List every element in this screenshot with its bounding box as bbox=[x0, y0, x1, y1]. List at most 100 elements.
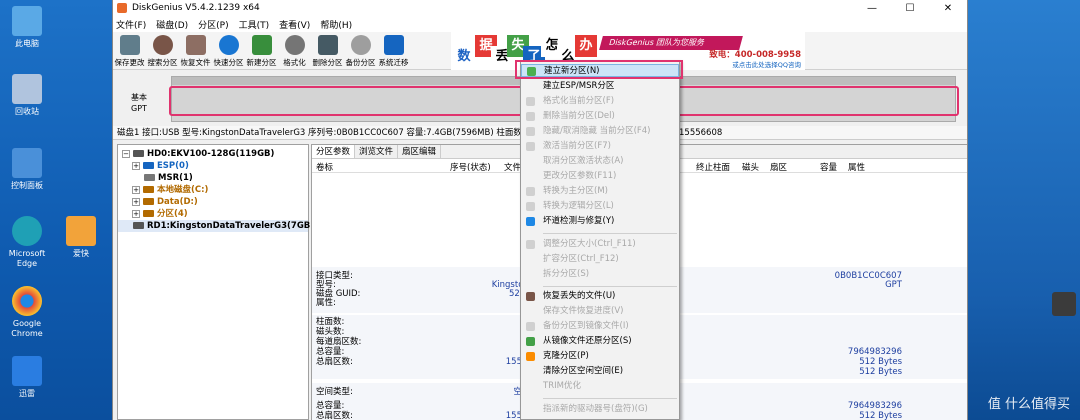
edge-icon[interactable]: Microsoft Edge bbox=[0, 216, 54, 269]
menu-item-to-primary[interactable]: 转换为主分区(M) bbox=[521, 185, 679, 198]
col-volume-label[interactable]: 卷标 bbox=[316, 161, 333, 173]
menu-item-esp-msr[interactable]: 建立ESP/MSR分区 bbox=[521, 80, 679, 93]
info-label: 每道扇区数: bbox=[316, 337, 362, 347]
col-head[interactable]: 磁头 bbox=[742, 161, 759, 173]
menu-item-resize[interactable]: 调整分区大小(Ctrl_F11) bbox=[521, 238, 679, 251]
menu-item-assign-letter[interactable]: 指派新的驱动器号(盘符)(G) bbox=[521, 403, 679, 416]
tab-partition-params[interactable]: 分区参数 bbox=[312, 145, 356, 158]
menu-bar: 文件(F) 磁盘(D) 分区(P) 工具(T) 查看(V) 帮助(H) bbox=[113, 16, 967, 32]
menu-item-backup-image[interactable]: 备份分区到镜像文件(I) bbox=[521, 320, 679, 333]
hide-icon bbox=[526, 127, 535, 136]
maximize-icon[interactable]: ☐ bbox=[891, 3, 929, 14]
col-filesystem[interactable]: 文件 bbox=[504, 161, 521, 173]
save-changes-button[interactable]: 保存更改 bbox=[113, 32, 146, 69]
new-partition-button[interactable]: 新建分区 bbox=[245, 32, 278, 69]
backup-partition-button[interactable]: 备份分区 bbox=[344, 32, 377, 69]
partition-context-menu: 建立新分区(N) 建立ESP/MSR分区 格式化当前分区(F) 删除当前分区(D… bbox=[520, 60, 680, 420]
menu-item-label: 调整分区大小(Ctrl_F11) bbox=[543, 239, 636, 249]
menu-item-to-logical[interactable]: 转换为逻辑分区(L) bbox=[521, 200, 679, 213]
expand-icon[interactable]: + bbox=[132, 209, 140, 218]
tree-node-partition4[interactable]: + 分区(4) bbox=[118, 208, 308, 220]
menu-item-bad-sector[interactable]: 坏道检测与修复(Y) bbox=[521, 215, 679, 228]
partition-icon bbox=[143, 198, 154, 205]
this-pc-icon[interactable]: 此电脑 bbox=[0, 6, 54, 49]
menu-item-deactivate[interactable]: 取消分区激活状态(A) bbox=[521, 155, 679, 168]
menu-item-extend[interactable]: 扩容分区(Ctrl_F12) bbox=[521, 253, 679, 266]
tool-label: 备份分区 bbox=[345, 58, 376, 67]
quick-partition-button[interactable]: 快速分区 bbox=[212, 32, 245, 69]
banner-qq-link[interactable]: 或点击此处选择QQ咨询 bbox=[732, 59, 801, 69]
banner-tile: 办 bbox=[575, 35, 597, 57]
tab-sector-edit[interactable]: 扇区编辑 bbox=[398, 145, 442, 158]
menu-item-label: 建立ESP/MSR分区 bbox=[543, 81, 615, 91]
menu-item-label: 保存文件恢复进度(V) bbox=[543, 306, 624, 316]
menu-item-clone[interactable]: 克隆分区(P) bbox=[521, 350, 679, 363]
tree-node-d[interactable]: + Data(D:) bbox=[118, 196, 308, 208]
tab-browse-files[interactable]: 浏览文件 bbox=[355, 145, 399, 158]
info-value: 空 bbox=[513, 387, 522, 397]
expand-icon[interactable]: + bbox=[132, 185, 140, 194]
menu-item-delete[interactable]: 删除当前分区(Del) bbox=[521, 110, 679, 123]
minimize-icon[interactable]: — bbox=[853, 3, 891, 14]
disk-info-text: 磁盘1 接口:USB 型号:KingstonDataTravelerG3 序列号… bbox=[117, 128, 531, 138]
menu-partition[interactable]: 分区(P) bbox=[198, 18, 228, 31]
chrome-icon[interactable]: Google Chrome bbox=[0, 286, 54, 339]
info-value: 512 Bytes bbox=[859, 367, 902, 377]
tree-node-c[interactable]: + 本地磁盘(C:) bbox=[118, 184, 308, 196]
new-partition-icon bbox=[251, 35, 272, 55]
tree-node-msr[interactable]: MSR(1) bbox=[118, 172, 308, 184]
delete-partition-button[interactable]: 删除分区 bbox=[311, 32, 344, 69]
tree-label: ESP(0) bbox=[157, 161, 189, 171]
col-sector[interactable]: 扇区 bbox=[770, 161, 787, 173]
tree-node-rd1[interactable]: RD1:KingstonDataTravelerG3(7GB) bbox=[118, 220, 314, 232]
menu-item-format[interactable]: 格式化当前分区(F) bbox=[521, 95, 679, 108]
app-icon bbox=[117, 3, 127, 13]
collapse-icon[interactable]: − bbox=[122, 149, 130, 158]
menu-item-restore-image[interactable]: 从镜像文件还原分区(S) bbox=[521, 335, 679, 348]
desk-glyph bbox=[12, 216, 42, 246]
menu-file[interactable]: 文件(F) bbox=[116, 18, 146, 31]
menu-item-label: 转换为逻辑分区(L) bbox=[543, 201, 614, 211]
menu-tools[interactable]: 工具(T) bbox=[239, 18, 270, 31]
menu-item-hide[interactable]: 隐藏/取消隐藏 当前分区(F4) bbox=[521, 125, 679, 138]
menu-disk[interactable]: 磁盘(D) bbox=[156, 18, 188, 31]
menu-item-wipe-free[interactable]: 清除分区空闲空间(E) bbox=[521, 365, 679, 378]
menu-item-recover-files[interactable]: 恢复丢失的文件(U) bbox=[521, 290, 679, 303]
expand-icon[interactable]: + bbox=[132, 197, 140, 206]
info-label: 总容量: bbox=[316, 401, 345, 411]
menu-item-label: 坏道检测与修复(Y) bbox=[543, 216, 615, 226]
tree-node-esp[interactable]: + ESP(0) bbox=[118, 160, 308, 172]
menu-item-label: 克隆分区(P) bbox=[543, 351, 589, 361]
menu-item-split[interactable]: 拆分分区(S) bbox=[521, 268, 679, 281]
menu-item-save-progress[interactable]: 保存文件恢复进度(V) bbox=[521, 305, 679, 318]
col-attribute[interactable]: 属性 bbox=[848, 161, 865, 173]
xunlei-icon[interactable]: 迅雷 bbox=[0, 356, 54, 399]
expand-icon[interactable]: + bbox=[132, 161, 140, 170]
menu-item-activate[interactable]: 激活当前分区(F7) bbox=[521, 140, 679, 153]
menu-item-change-params[interactable]: 更改分区参数(F11) bbox=[521, 170, 679, 183]
menu-item-label: 激活当前分区(F7) bbox=[543, 141, 611, 151]
col-capacity[interactable]: 容量 bbox=[820, 161, 837, 173]
menu-help[interactable]: 帮助(H) bbox=[320, 18, 352, 31]
col-end-cylinder[interactable]: 终止柱面 bbox=[696, 161, 730, 173]
desktop-shortcut-icon[interactable] bbox=[1052, 292, 1076, 316]
recover-files-button[interactable]: 恢复文件 bbox=[179, 32, 212, 69]
search-partition-button[interactable]: 搜索分区 bbox=[146, 32, 179, 69]
tree-node-hd0[interactable]: − HD0:EKV100-128G(119GB) bbox=[118, 148, 308, 160]
format-button[interactable]: 格式化 bbox=[278, 32, 311, 69]
restore-icon bbox=[526, 337, 535, 346]
control-panel-icon[interactable]: 控制面板 bbox=[0, 148, 54, 191]
desk-glyph bbox=[12, 286, 42, 316]
system-migrate-button[interactable]: 系统迁移 bbox=[377, 32, 410, 69]
close-icon[interactable]: ✕ bbox=[929, 3, 967, 14]
menu-item-trim[interactable]: TRIM优化 bbox=[521, 380, 679, 393]
col-index[interactable]: 序号(状态) bbox=[450, 161, 491, 173]
menu-item-label: 备份分区到镜像文件(I) bbox=[543, 321, 629, 331]
quick-partition-icon bbox=[218, 35, 239, 55]
banner-tile: 数 bbox=[453, 46, 475, 68]
menu-view[interactable]: 查看(V) bbox=[279, 18, 310, 31]
ikuai-icon[interactable]: 爱快 bbox=[54, 216, 108, 259]
tool-label: 格式化 bbox=[283, 58, 306, 67]
window-title: DiskGenius V5.4.2.1239 x64 bbox=[132, 3, 260, 13]
recycle-bin-icon[interactable]: 回收站 bbox=[0, 74, 54, 117]
